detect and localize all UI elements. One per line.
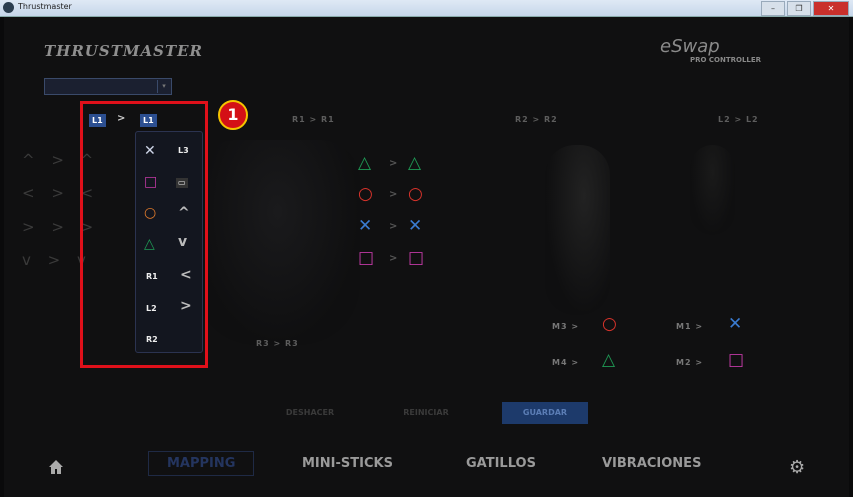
annotation-highlight-box (80, 101, 208, 368)
save-button[interactable]: GUARDAR (502, 402, 588, 424)
product-subtitle: PRO CONTROLLER (690, 56, 762, 64)
window-titlebar: Thrustmaster – ❐ ✕ (0, 0, 853, 17)
cancel-button[interactable]: DESHACER (268, 402, 352, 424)
profile-select[interactable]: ▾ (44, 78, 172, 95)
controller-silhouette (195, 140, 360, 345)
r3-mapping[interactable]: R3 > R3 (256, 339, 299, 348)
mapping-arrow: > (389, 158, 398, 169)
trigger-silhouette (545, 145, 610, 315)
l2-mapping[interactable]: L2 > L2 (718, 115, 759, 124)
minimize-button[interactable]: – (761, 1, 785, 16)
home-icon[interactable] (48, 459, 64, 475)
window-title: Thrustmaster (18, 2, 72, 11)
chevron-down-icon[interactable]: ▾ (157, 80, 170, 93)
tab-gatillos[interactable]: GATILLOS (466, 456, 536, 471)
cross-icon: ✕ (728, 314, 743, 334)
triangle-icon: △ (602, 350, 616, 370)
product-logo: eSwap (660, 36, 720, 57)
app-icon (3, 2, 14, 13)
gear-icon[interactable]: ⚙ (789, 457, 805, 478)
circle-icon: ○ (602, 314, 617, 334)
cross-icon: ✕ (358, 216, 373, 236)
brand-logo: THRUSTMASTER (44, 42, 204, 60)
paddle-label: M3 > (552, 322, 580, 331)
paddle-label: M1 > (676, 322, 704, 331)
mapping-arrow: > (389, 253, 398, 264)
close-button[interactable]: ✕ (813, 1, 849, 16)
tab-mapping[interactable]: MAPPING (148, 451, 255, 476)
square-icon: □ (358, 248, 375, 268)
circle-icon: ○ (408, 184, 423, 204)
triangle-icon: △ (408, 153, 422, 173)
paddle-label: M4 > (552, 358, 580, 367)
annotation-callout: 1 (218, 100, 248, 130)
r2-mapping[interactable]: R2 > R2 (515, 115, 558, 124)
mapping-arrow: > (389, 189, 398, 200)
tab-mini-sticks[interactable]: MINI-STICKS (302, 456, 393, 471)
square-icon: □ (728, 350, 745, 370)
square-icon: □ (408, 248, 425, 268)
triangle-icon: △ (358, 153, 372, 173)
paddle-label: M2 > (676, 358, 704, 367)
trigger-silhouette-2 (690, 145, 735, 235)
r1-mapping[interactable]: R1 > R1 (292, 115, 335, 124)
tab-vibraciones[interactable]: VIBRACIONES (602, 456, 701, 471)
mapping-arrow: > (389, 221, 398, 232)
maximize-button[interactable]: ❐ (787, 1, 811, 16)
reset-button[interactable]: REINICIAR (384, 402, 468, 424)
circle-icon: ○ (358, 184, 373, 204)
window-controls: – ❐ ✕ (761, 1, 849, 16)
cross-icon: ✕ (408, 216, 423, 236)
